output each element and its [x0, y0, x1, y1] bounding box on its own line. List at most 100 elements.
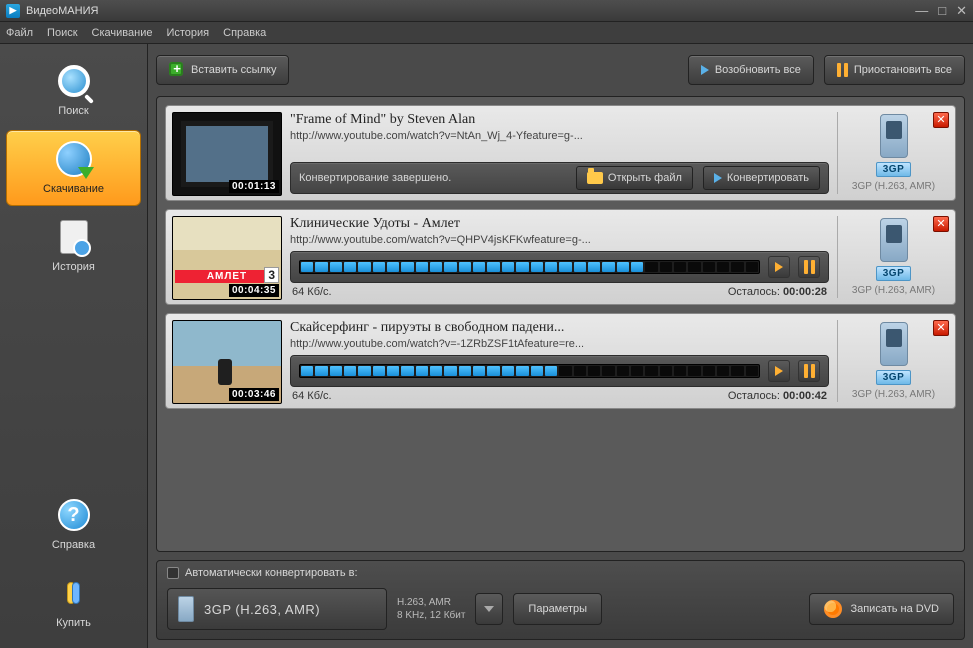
plus-icon [169, 62, 185, 78]
format-selector[interactable]: 3GP (H.263, AMR) [167, 588, 387, 630]
format-codec: H.263, AMR [397, 597, 465, 608]
card-progress-row [290, 251, 829, 283]
menubar: Файл Поиск Скачивание История Справка [0, 22, 973, 44]
sidebar-label: История [52, 261, 95, 273]
remove-download-button[interactable]: ✕ [933, 216, 949, 232]
pause-icon [804, 364, 815, 378]
download-card[interactable]: ✕ АМЛЕТ 3 00:04:35 Клинические Удоты - А… [165, 209, 956, 305]
phone-icon [880, 218, 908, 262]
sidebar-item-download[interactable]: Скачивание [6, 130, 141, 206]
downloads-list: ✕ 00:01:13 "Frame of Mind" by Steven Ala… [156, 96, 965, 552]
progress-bar [299, 364, 760, 378]
footer-panel: Автоматически конвертировать в: 3GP (H.2… [156, 560, 965, 640]
convert-button[interactable]: Конвертировать [703, 166, 820, 190]
sidebar-label: Скачивание [43, 183, 104, 195]
progress-bar [299, 260, 760, 274]
video-url: http://www.youtube.com/watch?v=QHPV4jsKF… [290, 234, 829, 246]
resume-item-button[interactable] [768, 256, 790, 278]
window-title: ВидеоМАНИЯ [26, 5, 98, 17]
play-icon [701, 65, 709, 75]
download-card[interactable]: ✕ 00:01:13 "Frame of Mind" by Steven Ala… [165, 105, 956, 201]
format-badge: 3GP [876, 266, 912, 281]
open-file-label: Открыть файл [608, 172, 682, 184]
download-card[interactable]: ✕ 00:03:46 Скайсерфинг - пируэты в свобо… [165, 313, 956, 409]
app-logo-icon: ▶ [6, 4, 20, 18]
remove-download-button[interactable]: ✕ [933, 320, 949, 336]
burn-dvd-label: Записать на DVD [850, 603, 939, 615]
resume-all-button[interactable]: Возобновить все [688, 55, 814, 85]
params-label: Параметры [528, 603, 587, 615]
resume-item-button[interactable] [768, 360, 790, 382]
minimize-button[interactable]: — [915, 4, 928, 17]
menu-history[interactable]: История [166, 27, 209, 39]
menu-file[interactable]: Файл [6, 27, 33, 39]
download-toolbar: Вставить ссылку Возобновить все Приостан… [156, 52, 965, 88]
remain-value: 00:00:42 [783, 390, 827, 402]
video-url: http://www.youtube.com/watch?v=-1ZRbZSF1… [290, 338, 829, 350]
chevron-down-icon [484, 606, 494, 612]
video-thumbnail[interactable]: 00:01:13 [172, 112, 282, 196]
maximize-button[interactable]: □ [938, 4, 946, 17]
sidebar: Поиск Скачивание История ? Справка Купит… [0, 44, 148, 648]
play-icon [775, 366, 783, 376]
close-window-button[interactable]: ✕ [956, 4, 967, 17]
sidebar-label: Справка [52, 539, 95, 551]
format-dropdown-button[interactable] [475, 593, 503, 625]
titlebar: ▶ ВидеоМАНИЯ — □ ✕ [0, 0, 973, 22]
sidebar-item-help[interactable]: ? Справка [6, 486, 141, 562]
pause-icon [837, 63, 848, 77]
pause-all-button[interactable]: Приостановить все [824, 55, 965, 85]
video-thumbnail[interactable]: АМЛЕТ 3 00:04:35 [172, 216, 282, 300]
sidebar-item-buy[interactable]: Купить [6, 564, 141, 640]
remain-label: Осталось: [728, 286, 780, 298]
paste-link-label: Вставить ссылку [191, 64, 276, 76]
format-subtext: 3GP (H.263, AMR) [852, 181, 935, 192]
convert-icon [714, 173, 722, 183]
remain-label: Осталось: [728, 390, 780, 402]
resume-all-label: Возобновить все [715, 64, 801, 76]
folder-icon [587, 172, 603, 184]
sidebar-item-search[interactable]: Поиск [6, 52, 141, 128]
format-subtext: 3GP (H.263, AMR) [852, 285, 935, 296]
download-speed: 64 Кб/с. [292, 286, 332, 298]
format-badge: 3GP [876, 370, 912, 385]
content-area: Вставить ссылку Возобновить все Приостан… [148, 44, 973, 648]
pause-all-label: Приостановить все [854, 64, 952, 76]
sidebar-item-history[interactable]: История [6, 208, 141, 284]
paste-link-button[interactable]: Вставить ссылку [156, 55, 289, 85]
pause-item-button[interactable] [798, 256, 820, 278]
video-duration: 00:04:35 [229, 284, 279, 297]
phone-icon [178, 596, 194, 622]
pause-icon [804, 260, 815, 274]
card-action-row: Конвертирование завершено. Открыть файл … [290, 162, 829, 194]
auto-convert-checkbox[interactable] [167, 567, 179, 579]
video-title: Клинические Удоты - Амлет [290, 216, 829, 232]
format-meta: H.263, AMR 8 KHz, 12 Кбит [397, 597, 465, 621]
video-thumbnail[interactable]: 00:03:46 [172, 320, 282, 404]
help-icon: ? [58, 499, 90, 531]
play-icon [775, 262, 783, 272]
pause-item-button[interactable] [798, 360, 820, 382]
video-title: "Frame of Mind" by Steven Alan [290, 112, 829, 128]
phone-icon [880, 114, 908, 158]
auto-convert-label: Автоматически конвертировать в: [185, 567, 358, 579]
format-badge: 3GP [876, 162, 912, 177]
phone-icon [880, 322, 908, 366]
convert-label: Конвертировать [727, 172, 809, 184]
card-progress-row [290, 355, 829, 387]
sidebar-label: Поиск [58, 105, 88, 117]
remain-value: 00:00:28 [783, 286, 827, 298]
menu-download[interactable]: Скачивание [92, 27, 153, 39]
sidebar-label: Купить [56, 617, 91, 629]
params-button[interactable]: Параметры [513, 593, 602, 625]
menu-help[interactable]: Справка [223, 27, 266, 39]
video-url: http://www.youtube.com/watch?v=NtAn_Wj_4… [290, 130, 829, 142]
burn-dvd-button[interactable]: Записать на DVD [809, 593, 954, 625]
menu-search[interactable]: Поиск [47, 27, 77, 39]
selected-format-name: 3GP (H.263, AMR) [204, 602, 320, 617]
remove-download-button[interactable]: ✕ [933, 112, 949, 128]
video-title: Скайсерфинг - пируэты в свободном падени… [290, 320, 829, 336]
video-duration: 00:03:46 [229, 388, 279, 401]
format-subtext: 3GP (H.263, AMR) [852, 389, 935, 400]
open-file-button[interactable]: Открыть файл [576, 166, 693, 190]
